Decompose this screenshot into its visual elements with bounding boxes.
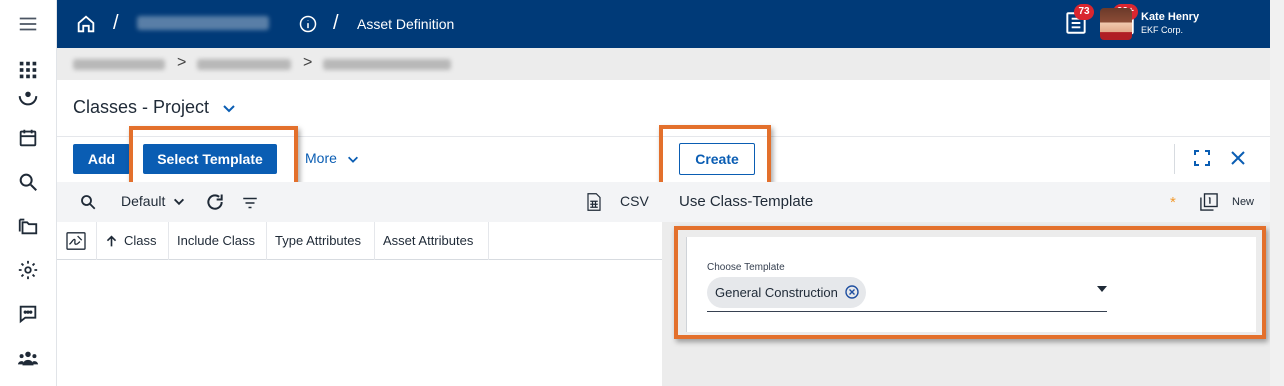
globe-icon[interactable]	[14, 84, 42, 112]
breadcrumb-separator: /	[113, 12, 119, 34]
people-icon[interactable]	[14, 344, 42, 372]
redacted-breadcrumb-item[interactable]	[323, 59, 451, 70]
column-header-label: Class	[124, 233, 157, 248]
refresh-icon[interactable]	[205, 192, 225, 212]
panel-title: Use Class-Template	[679, 193, 814, 210]
left-rail	[0, 0, 57, 386]
csv-button[interactable]: CSV	[620, 193, 649, 209]
notifications-badge: 73	[1074, 4, 1094, 20]
chevron-down-icon[interactable]	[172, 195, 186, 209]
notifications-button[interactable]: 73	[1063, 4, 1094, 38]
divider	[1174, 144, 1175, 174]
folders-icon[interactable]	[14, 212, 42, 240]
search-icon[interactable]	[79, 193, 97, 211]
home-icon[interactable]	[75, 13, 97, 35]
fullscreen-icon[interactable]	[1194, 150, 1210, 166]
grid-body	[57, 260, 662, 386]
breadcrumb-separator: /	[333, 12, 339, 34]
more-menu[interactable]: More	[305, 150, 337, 166]
chevron-down-icon[interactable]	[346, 152, 360, 166]
column-header-class[interactable]: Class	[97, 222, 169, 260]
grid-header: Class Include Class Type Attributes Asse…	[57, 222, 662, 260]
redacted-breadcrumb-item[interactable]	[73, 59, 165, 70]
app: / / Asset Definition 73 99+ Kate Henry E…	[0, 0, 1284, 386]
top-bar: / / Asset Definition 73 99+	[57, 0, 1270, 48]
page-title: Asset Definition	[357, 16, 455, 32]
avatar[interactable]	[1100, 8, 1132, 40]
menu-icon[interactable]	[14, 10, 42, 38]
redacted-breadcrumb[interactable]	[137, 16, 269, 30]
breadcrumb-chevron: >	[177, 54, 187, 71]
apps-grid-icon[interactable]	[14, 56, 42, 84]
filter-icon[interactable]	[241, 194, 259, 212]
grid-toolbar: Default CSV	[57, 182, 662, 222]
highlight-box	[659, 125, 771, 187]
user-name[interactable]: Kate Henry	[1141, 11, 1199, 23]
sort-ascending-icon[interactable]	[105, 235, 118, 248]
column-header-asset-attributes[interactable]: Asset Attributes	[375, 222, 489, 260]
breadcrumb: > >	[57, 48, 1270, 80]
redacted-breadcrumb-item[interactable]	[197, 59, 291, 70]
user-org: EKF Corp.	[1141, 25, 1184, 35]
column-header-type-attributes[interactable]: Type Attributes	[267, 222, 375, 260]
column-chooser[interactable]	[57, 222, 97, 260]
calendar-icon[interactable]	[14, 124, 42, 152]
signature-edit-icon	[66, 232, 86, 250]
csv-file-icon[interactable]	[586, 193, 602, 211]
breadcrumb-chevron: >	[303, 54, 313, 71]
gear-icon[interactable]	[14, 256, 42, 284]
section-heading: Classes - Project	[73, 97, 210, 117]
info-icon[interactable]	[298, 14, 318, 34]
new-window-icon[interactable]	[1200, 193, 1218, 211]
new-button[interactable]: New	[1232, 196, 1254, 208]
chat-icon[interactable]	[14, 300, 42, 328]
chevron-down-icon[interactable]	[221, 100, 237, 116]
search-icon[interactable]	[14, 168, 42, 196]
view-select[interactable]: Default	[121, 193, 165, 209]
highlight-box	[129, 126, 298, 186]
close-icon[interactable]	[1229, 149, 1247, 167]
column-header-include-class[interactable]: Include Class	[169, 222, 267, 260]
add-button[interactable]: Add	[73, 144, 130, 174]
required-marker: *	[1170, 194, 1176, 211]
scrollbar[interactable]	[1270, 0, 1284, 386]
highlight-box	[674, 226, 1266, 339]
